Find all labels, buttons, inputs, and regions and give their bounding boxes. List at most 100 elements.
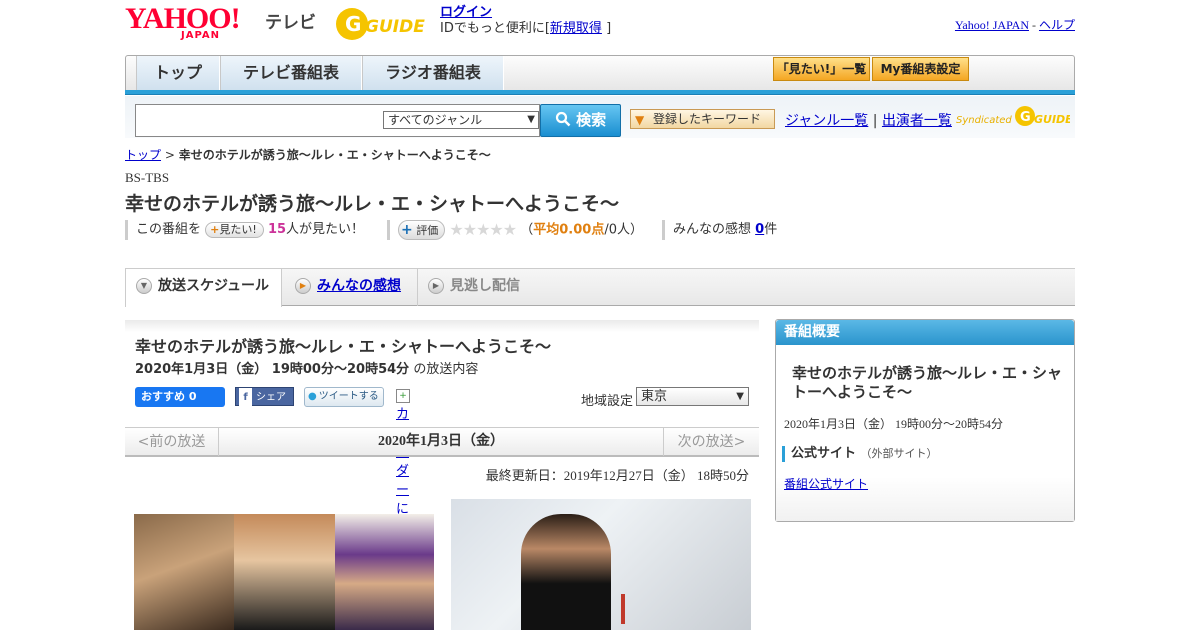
official-site-link[interactable]: 番組公式サイト <box>784 475 868 492</box>
avg-score: 平均0.00点 <box>533 222 605 238</box>
nav-accent-bar <box>125 90 1075 95</box>
tab-reviews[interactable]: ▶ みんなの感想 <box>295 269 415 306</box>
channel-name: BS-TBS <box>125 170 170 185</box>
login-link[interactable]: ログイン <box>440 5 492 20</box>
breadcrumb-current: 幸せのホテルが誘う旅～ルレ・エ・シャトーへようこそ～ <box>178 148 491 162</box>
host-photo-1 <box>134 514 234 630</box>
facebook-share-label: シェア <box>256 392 286 403</box>
summary-datetime: 2020年1月3日（金） 19時00分～20時54分 <box>784 417 1004 431</box>
keyword-button[interactable]: ▼ 登録したキーワード <box>630 109 775 129</box>
syndicated-text: Syndicated <box>956 115 1012 126</box>
gguide-logo: G GUIDE <box>335 7 433 41</box>
broadcast-title: 幸せのホテルが誘う旅～ルレ・エ・シャトーへようこそ～ <box>135 337 552 356</box>
search-icon <box>555 111 571 127</box>
facebook-share-button[interactable]: f シェア <box>235 387 294 407</box>
rating-stars: ★★★★★ <box>449 220 517 239</box>
chevron-down-icon: ▼ <box>527 114 535 125</box>
tweet-button[interactable]: ● ツイートする <box>304 387 384 407</box>
tab-schedule[interactable]: ▼ 放送スケジュール <box>125 269 282 307</box>
tv-logo-text[interactable]: テレビ <box>265 8 316 33</box>
program-summary-body: 幸せのホテルが誘う旅～ルレ・エ・シャトーへようこそ～ 2020年1月3日（金） … <box>776 345 1074 521</box>
genre-list-link[interactable]: ジャンル一覧 <box>785 113 868 129</box>
mitai-button-label: 見たい! <box>219 222 257 236</box>
help-link[interactable]: ヘルプ <box>1039 18 1075 32</box>
program-summary-header: 番組概要 <box>776 320 1074 345</box>
page-title: 幸せのホテルが誘う旅～ルレ・エ・シャトーへようこそ～ <box>125 193 620 215</box>
chevron-down-icon: ▼ <box>736 391 744 402</box>
kansou-label: みんなの感想 <box>673 222 752 237</box>
broadcast-date-nav: <前の放送 2020年1月3日（金） 次の放送> <box>125 427 759 457</box>
yahoo-japan-link[interactable]: Yahoo! JAPAN <box>955 18 1029 32</box>
candle <box>621 594 625 624</box>
play-icon: ▶ <box>295 278 311 294</box>
facebook-icon: f <box>239 388 252 407</box>
rate-button-label: 評価 <box>416 224 439 237</box>
program-tabs: ▼ 放送スケジュール ▶ みんなの感想 ▶ 見逃し配信 <box>125 268 1075 307</box>
facebook-recommend-button[interactable]: おすすめ 0 <box>135 387 225 407</box>
official-site-ext: （外部サイト） <box>860 447 938 460</box>
global-nav: トップ テレビ番組表 ラジオ番組表 「見たい!」一覧 My番組表設定 <box>125 55 1075 91</box>
genre-links: ジャンル一覧 | 出演者一覧 <box>785 110 952 130</box>
triangle-down-icon: ▼ <box>635 113 645 127</box>
kansou-suffix: 件 <box>764 222 778 237</box>
last-updated: 最終更新日：2019年12月27日（金） 18時50分 <box>485 468 749 483</box>
performer-list-link[interactable]: 出演者一覧 <box>882 113 952 129</box>
host-photo-3 <box>335 514 434 630</box>
host-photo-2 <box>234 514 335 630</box>
region-select-value: 東京 <box>641 389 668 404</box>
plus-icon: + <box>401 222 413 238</box>
top-links: Yahoo! JAPAN - ヘルプ <box>955 16 1075 33</box>
tweet-label: ツイートする <box>318 391 379 402</box>
broadcast-datetime-suffix: の放送内容 <box>413 362 479 377</box>
summary-title: 幸せのホテルが誘う旅～ルレ・エ・シャトーへようこそ～ <box>792 364 1063 401</box>
login-sub-suffix: ] <box>606 21 612 36</box>
search-button-label: 検索 <box>576 111 607 129</box>
region-label: 地域設定 <box>581 394 634 409</box>
mitai-list-button[interactable]: 「見たい!」一覧 <box>773 57 870 81</box>
prev-broadcast-button[interactable]: <前の放送 <box>125 428 219 456</box>
search-row: すべてのジャンル ▼ 検索 ▼ 登録したキーワード ジャンル一覧 | 出演者一覧… <box>125 96 1075 138</box>
next-broadcast-button[interactable]: 次の放送> <box>663 428 759 456</box>
nav-tab-top[interactable]: トップ <box>136 56 220 91</box>
broadcast-datetime: 2020年1月3日（金） 19時00分～20時54分 の放送内容 <box>135 358 478 377</box>
tab-schedule-label: 放送スケジュール <box>158 278 270 294</box>
breadcrumb-top-link[interactable]: トップ <box>125 148 161 162</box>
avg-suffix: /0人） <box>604 222 643 238</box>
gguide-small-logo-icon: G GUIDE <box>1015 106 1070 126</box>
nav-tab-radio-schedule[interactable]: ラジオ番組表 <box>362 56 504 91</box>
nav-tab-tv-schedule[interactable]: テレビ番組表 <box>220 56 362 91</box>
yahoo-japan-logo[interactable]: YAHOO! JAPAN <box>125 4 265 44</box>
official-site-label: 公式サイト <box>791 446 857 461</box>
my-bangumi-button[interactable]: My番組表設定 <box>872 57 969 81</box>
top-links-separator: - <box>1031 18 1036 32</box>
twitter-bird-icon: ● <box>308 391 317 402</box>
official-site-heading: 公式サイト （外部サイト） <box>782 446 938 462</box>
page-wrapper: YAHOO! JAPAN テレビ G GUIDE ログイン IDでもっと便利に[… <box>125 0 1075 630</box>
calendar-icon: + <box>396 388 410 403</box>
region-select[interactable]: 東京 ▼ <box>636 387 749 406</box>
mitai-count: 15 <box>267 222 287 237</box>
mitai-suffix: 人が見たい！ <box>286 222 365 237</box>
kansou-count-link[interactable]: 0 <box>755 222 764 237</box>
svg-text:GUIDE: GUIDE <box>365 17 425 37</box>
rate-button[interactable]: + 評価 <box>398 220 446 240</box>
genre-select[interactable]: すべてのジャンル ▼ <box>383 111 539 129</box>
svg-text:G: G <box>1020 110 1031 125</box>
plus-icon: + <box>210 222 220 236</box>
login-box: ログイン IDでもっと便利に[新規取得 ] <box>440 5 611 37</box>
svg-text:GUIDE: GUIDE <box>1034 113 1070 126</box>
chevron-down-icon: ▼ <box>136 278 152 294</box>
current-broadcast-date: 2020年1月3日（金） <box>378 434 504 449</box>
mitai-button[interactable]: +見たい! <box>205 221 264 238</box>
tab-vod[interactable]: ▶ 見逃し配信 <box>417 269 542 306</box>
kansou-segment: みんなの感想 0件 <box>662 220 777 240</box>
this-program-label: この番組を <box>136 222 202 237</box>
syndicated-gguide-logo: Syndicated G GUIDE <box>956 104 1071 130</box>
tab-vod-label: 見逃し配信 <box>450 278 520 294</box>
register-link[interactable]: 新規取得 <box>550 21 602 36</box>
login-sub-prefix: IDでもっと便利に[ <box>440 21 550 36</box>
gguide-logo-icon: G GUIDE <box>336 8 425 40</box>
search-button[interactable]: 検索 <box>540 104 621 137</box>
avg-prefix: （ <box>520 222 534 238</box>
broadcast-header: 幸せのホテルが誘う旅～ルレ・エ・シャトーへようこそ～ 2020年1月3日（金） … <box>125 320 759 555</box>
